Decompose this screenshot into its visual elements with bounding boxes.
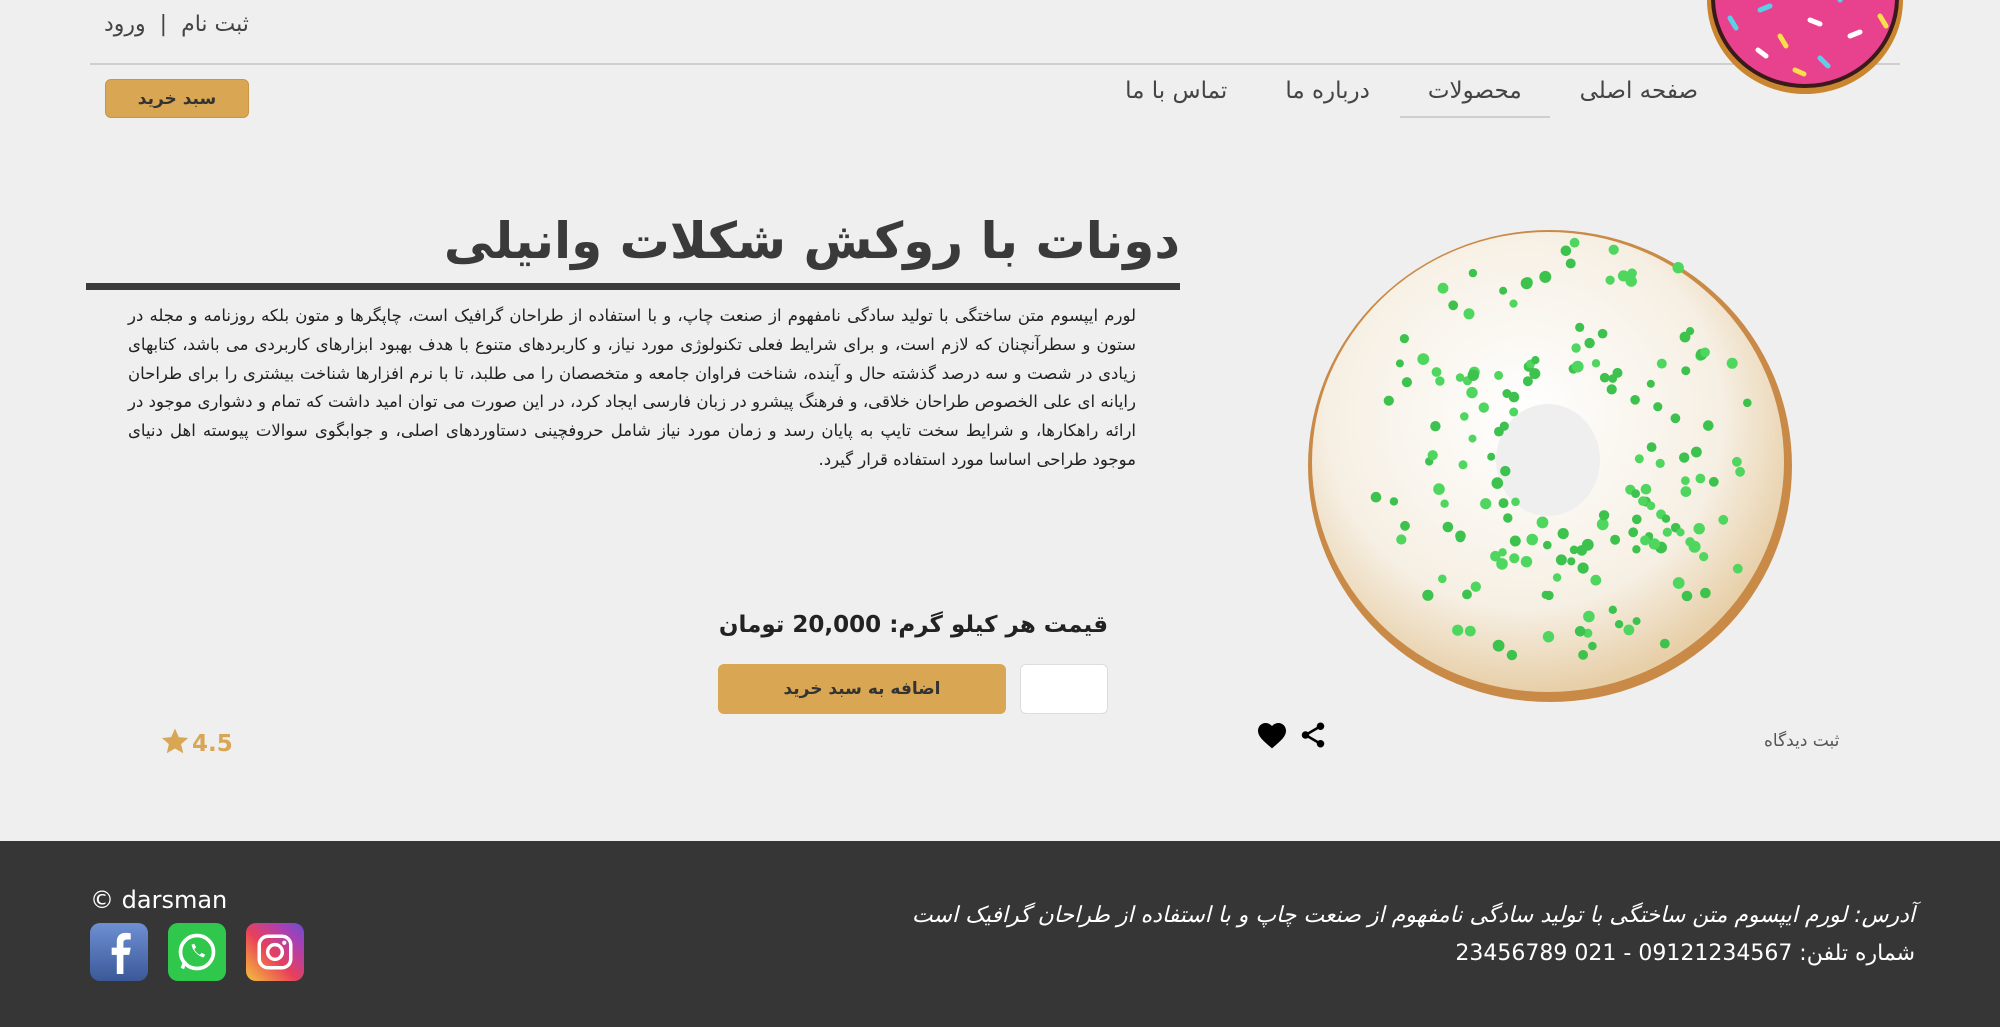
header-divider: [90, 63, 1900, 65]
heart-icon[interactable]: [1256, 720, 1288, 754]
product-description: لورم ایپسوم متن ساختگی با تولید سادگی نا…: [128, 306, 1136, 469]
social-links: [90, 923, 304, 981]
cart-button[interactable]: سبد خرید: [105, 79, 249, 118]
auth-links: ورود | ثبت نام: [104, 12, 249, 37]
title-underline: [86, 283, 1180, 290]
product-image: [1308, 230, 1792, 702]
auth-separator: |: [159, 12, 168, 37]
donut-logo[interactable]: [1700, 0, 1910, 100]
nav-contact[interactable]: تماس با ما: [1125, 78, 1227, 118]
star-icon: [160, 726, 190, 762]
product-title: دونات با روکش شکلات وانیلی: [443, 212, 1180, 270]
nav-about[interactable]: درباره ما: [1285, 78, 1370, 118]
rating: 4.5: [160, 726, 233, 762]
add-to-cart-button[interactable]: اضافه به سبد خرید: [718, 664, 1006, 714]
signup-link[interactable]: ثبت نام: [181, 12, 249, 37]
add-comment-link[interactable]: ثبت دیدگاه: [1764, 731, 1839, 751]
whatsapp-icon[interactable]: [168, 923, 226, 981]
nav-products[interactable]: محصولات: [1399, 78, 1550, 118]
facebook-icon[interactable]: [90, 923, 148, 981]
footer-address: آدرس: لورم ایپسوم متن ساختگی با تولید سا…: [911, 903, 1915, 928]
product-actions: [1256, 720, 1328, 754]
rating-value: 4.5: [192, 731, 233, 757]
share-icon[interactable]: [1298, 720, 1328, 754]
footer: © darsman آدرس: لورم ایپسوم متن ساختگی ب…: [0, 841, 2000, 1027]
main-nav: صفحه اصلی محصولات درباره ما تماس با ما: [1125, 78, 1698, 118]
footer-phone: شماره تلفن: 09121234567 - 021 23456789: [1455, 941, 1915, 966]
quantity-input[interactable]: [1020, 664, 1108, 714]
copyright: © darsman: [90, 886, 228, 914]
instagram-icon[interactable]: [246, 923, 304, 981]
price-text: قیمت هر کیلو گرم: 20,000 تومان: [718, 612, 1108, 638]
login-link[interactable]: ورود: [104, 12, 146, 37]
nav-home[interactable]: صفحه اصلی: [1580, 78, 1698, 118]
